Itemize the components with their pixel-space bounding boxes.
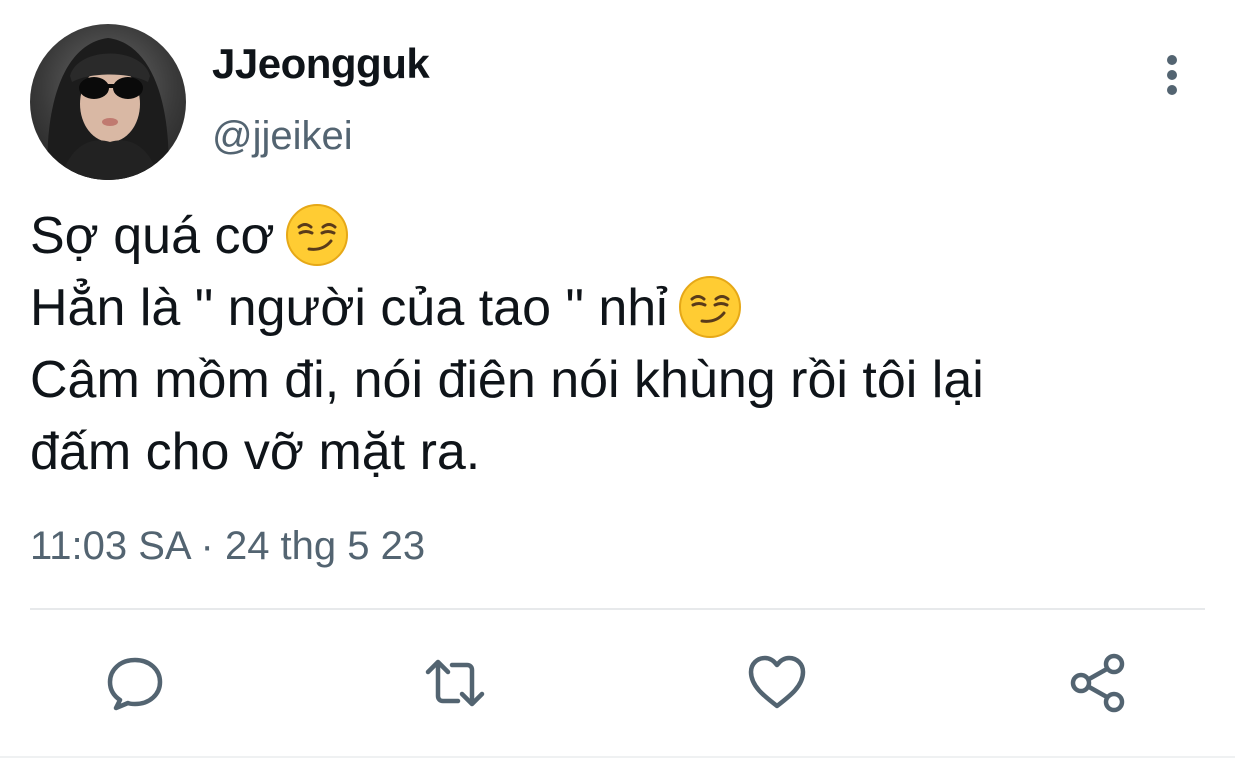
divider — [30, 608, 1205, 610]
avatar[interactable] — [30, 24, 186, 180]
display-name[interactable]: JJeongguk — [212, 40, 430, 88]
share-button[interactable] — [1068, 652, 1130, 714]
tweet-text: Sợ quá cơ Hẳn là " người của tao " nhỉ C… — [30, 200, 1210, 488]
tweet-card: JJeongguk @jjeikei Sợ quá cơ Hẳn là " ng… — [0, 0, 1235, 774]
reply-icon — [107, 657, 163, 711]
retweet-button[interactable] — [424, 652, 486, 714]
smirking-face-icon — [678, 275, 742, 339]
tweet-line-3: Câm mồm đi, nói điên nói khùng rồi tôi l… — [30, 351, 984, 409]
tweet-line-1: Sợ quá cơ — [30, 200, 1210, 272]
retweet-icon — [425, 659, 485, 707]
reply-button[interactable] — [104, 652, 166, 714]
tweet-line-4: đấm cho vỡ mặt ra. — [30, 423, 481, 481]
more-options-button[interactable] — [1150, 50, 1194, 100]
user-handle[interactable]: @jjeikei — [212, 114, 353, 159]
share-icon — [1070, 653, 1125, 713]
tweet-line-text: Hẳn là " người của tao " nhỉ — [30, 279, 668, 337]
bottom-divider — [0, 756, 1235, 758]
tweet-timestamp[interactable]: 11:03 SA · 24 thg 5 23 — [30, 524, 425, 569]
tweet-line-2: Hẳn là " người của tao " nhỉ — [30, 272, 1210, 344]
like-button[interactable] — [746, 652, 808, 714]
heart-icon — [748, 655, 806, 709]
smirking-face-icon — [285, 203, 349, 267]
tweet-line-text: Sợ quá cơ — [30, 207, 275, 265]
more-vertical-icon — [1167, 55, 1177, 95]
avatar-image — [47, 38, 169, 180]
